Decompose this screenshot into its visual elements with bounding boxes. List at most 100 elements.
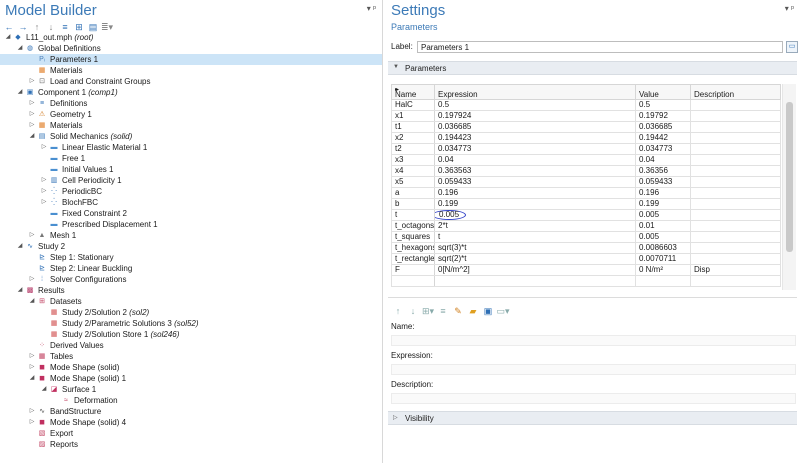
tree-item[interactable]: ⊵ Step 1: Stationary	[0, 252, 382, 263]
load-icon[interactable]: ▰	[468, 306, 478, 316]
column-header-value[interactable]: Value	[635, 84, 691, 100]
cell-expression[interactable]: t	[434, 231, 636, 243]
cell-expression[interactable]: 0.363563	[434, 165, 636, 177]
collapsed-arrow-icon[interactable]: ▷	[40, 197, 48, 208]
cell-expression[interactable]: 0.005	[434, 209, 636, 221]
collapsed-arrow-icon[interactable]: ▷	[28, 351, 36, 362]
collapsed-arrow-icon[interactable]: ▷	[28, 230, 36, 241]
table-row[interactable]: a 0.196 0.196	[391, 187, 781, 199]
tree-item[interactable]: ◢ ⊞ Datasets	[0, 296, 382, 307]
delete-icon[interactable]: ≡	[438, 306, 448, 316]
tree-item[interactable]: ▷ ▥ Cell Periodicity 1	[0, 175, 382, 186]
collapsed-arrow-icon[interactable]: ▷	[28, 98, 36, 109]
cell-value[interactable]: 0.19792	[635, 110, 691, 122]
tree-item[interactable]: ▧ Export	[0, 428, 382, 439]
cell-value[interactable]: 0.034773	[635, 143, 691, 155]
expanded-arrow-icon[interactable]: ◢	[16, 87, 24, 98]
menu-icon[interactable]: ≣▾	[101, 22, 113, 32]
collapsed-arrow-icon[interactable]: ▷	[40, 186, 48, 197]
tree-item[interactable]: ◢ ▩ Results	[0, 285, 382, 296]
collapsed-arrow-icon[interactable]: ▷	[28, 274, 36, 285]
scrollbar-thumb[interactable]	[786, 102, 793, 252]
table-scrollbar[interactable]	[782, 84, 796, 290]
table-row[interactable]: t1 0.036685 0.036685	[391, 121, 781, 133]
up-arrow-icon[interactable]: ↑	[32, 22, 42, 32]
tree-item[interactable]: ⁘ Derived Values	[0, 340, 382, 351]
collapsed-arrow-icon[interactable]: ▷	[28, 406, 36, 417]
cell-description[interactable]: Disp	[690, 264, 781, 276]
add-icon[interactable]: ⊞▾	[422, 306, 434, 316]
cell-name[interactable]: t_octagons	[391, 220, 435, 232]
cell-description[interactable]	[690, 176, 781, 188]
expand-all-icon[interactable]: ⊞	[74, 22, 84, 32]
cell-name[interactable]: HalC	[391, 99, 435, 111]
cell-name[interactable]: t_hexagons	[391, 242, 435, 254]
tree-item[interactable]: ▬ Fixed Constraint 2	[0, 208, 382, 219]
expanded-arrow-icon[interactable]: ◢	[28, 373, 36, 384]
cell-description[interactable]	[690, 242, 781, 254]
tree-item[interactable]: ▦ Study 2/Solution Store 1 (sol246)	[0, 329, 382, 340]
tree-item[interactable]: ▷ ▬ Linear Elastic Material 1	[0, 142, 382, 153]
tree-item[interactable]: ◢ ▤ Solid Mechanics (solid)	[0, 131, 382, 142]
table-row[interactable]: t2 0.034773 0.034773	[391, 143, 781, 155]
cell-expression[interactable]: 0.5	[434, 99, 636, 111]
cell-expression[interactable]: 0.197924	[434, 110, 636, 122]
table-row[interactable]: x1 0.197924 0.19792	[391, 110, 781, 122]
name-field[interactable]	[391, 335, 796, 346]
tree-item[interactable]: ▬ Prescribed Displacement 1	[0, 219, 382, 230]
table-row[interactable]: HalC 0.5 0.5	[391, 99, 781, 111]
tree-item[interactable]: ⊵ Step 2: Linear Buckling	[0, 263, 382, 274]
cell-description[interactable]	[690, 165, 781, 177]
cell-description[interactable]	[690, 187, 781, 199]
move-down-icon[interactable]: ↓	[408, 306, 418, 316]
cell-value[interactable]: 0.04	[635, 154, 691, 166]
expression-field[interactable]	[391, 364, 796, 375]
expanded-arrow-icon[interactable]: ◢	[16, 43, 24, 54]
cell-expression[interactable]: 2*t	[434, 220, 636, 232]
cell-expression[interactable]: 0.034773	[434, 143, 636, 155]
cell-description[interactable]	[690, 154, 781, 166]
column-header-description[interactable]: Description	[690, 84, 781, 100]
tree-item[interactable]: ▷ ⚠ Geometry 1	[0, 109, 382, 120]
cell-name[interactable]: x2	[391, 132, 435, 144]
table-row[interactable]: b 0.199 0.199	[391, 198, 781, 210]
cell-expression[interactable]: 0[N/m^2]	[434, 264, 636, 276]
cell-expression[interactable]: sqrt(3)*t	[434, 242, 636, 254]
cell-name[interactable]: x1	[391, 110, 435, 122]
expanded-arrow-icon[interactable]: ◢	[4, 32, 12, 43]
cell-expression[interactable]: sqrt(2)*t	[434, 253, 636, 265]
tree-item[interactable]: ▷ ▦ Tables	[0, 351, 382, 362]
visibility-section-header[interactable]: ▷ Visibility	[388, 411, 797, 425]
table-row[interactable]: x3 0.04 0.04	[391, 154, 781, 166]
tree-item[interactable]: Pᵢ Parameters 1	[0, 54, 382, 65]
cell-name[interactable]	[391, 275, 435, 287]
column-header-expression[interactable]: Expression	[434, 84, 636, 100]
cell-expression[interactable]: 0.059433	[434, 176, 636, 188]
cell-description[interactable]	[690, 132, 781, 144]
cell-description[interactable]	[690, 220, 781, 232]
more-icon[interactable]: ▭▾	[496, 306, 509, 316]
cell-value[interactable]: 0 N/m²	[635, 264, 691, 276]
table-row[interactable]: t_rectangles sqrt(2)*t 0.0070711	[391, 253, 781, 265]
expanded-arrow-icon[interactable]: ◢	[16, 241, 24, 252]
tree-item[interactable]: ▷ ◼ Mode Shape (solid)	[0, 362, 382, 373]
table-row[interactable]: x2 0.194423 0.19442	[391, 132, 781, 144]
cell-name[interactable]: t_rectangles	[391, 253, 435, 265]
expanded-arrow-icon[interactable]: ◢	[40, 384, 48, 395]
cell-name[interactable]: t1	[391, 121, 435, 133]
reset-label-icon[interactable]: ▭	[786, 41, 798, 53]
tree-item[interactable]: ▬ Initial Values 1	[0, 164, 382, 175]
cell-description[interactable]	[690, 99, 781, 111]
cell-name[interactable]: t	[391, 209, 435, 221]
description-field[interactable]	[391, 393, 796, 404]
cell-value[interactable]: 0.199	[635, 198, 691, 210]
tree-item[interactable]: ▷ ≡ Definitions	[0, 98, 382, 109]
expanded-arrow-icon[interactable]: ◢	[28, 296, 36, 307]
pane-menu-icon[interactable]: ▾ ᵖ	[785, 4, 794, 13]
cell-value[interactable]: 0.5	[635, 99, 691, 111]
cell-description[interactable]	[690, 231, 781, 243]
down-arrow-icon[interactable]: ↓	[46, 22, 56, 32]
cell-value[interactable]: 0.01	[635, 220, 691, 232]
parameters-section-header[interactable]: ▼ Parameters	[388, 61, 797, 75]
cell-description[interactable]	[690, 110, 781, 122]
